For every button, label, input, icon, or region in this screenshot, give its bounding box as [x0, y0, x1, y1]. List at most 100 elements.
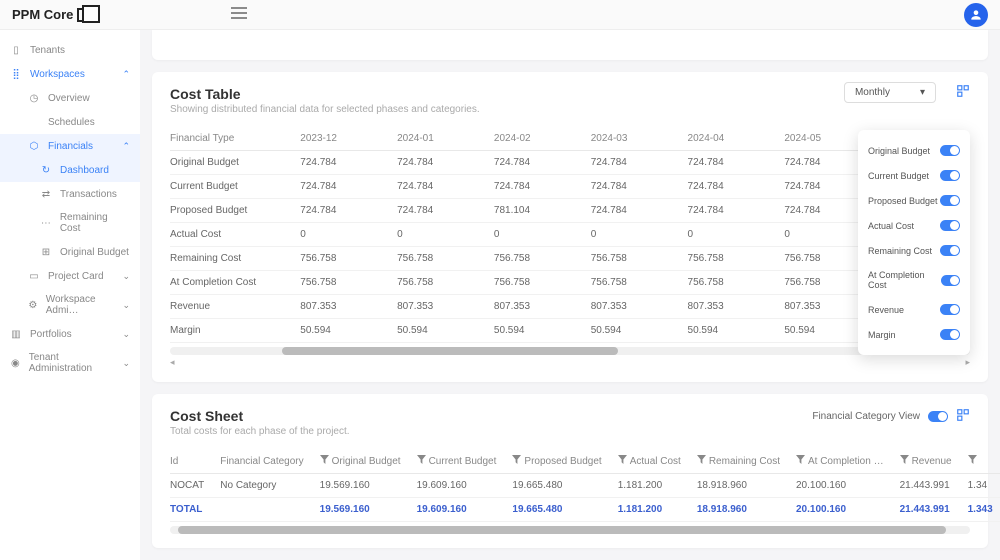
filter-icon[interactable] — [697, 455, 706, 467]
filter-icon[interactable] — [512, 455, 521, 467]
logo-icon — [77, 8, 91, 22]
sidebar-item-overview[interactable]: ◷Overview — [0, 86, 140, 110]
col-header[interactable]: Remaining Cost — [689, 449, 788, 474]
h-scrollbar[interactable] — [170, 347, 970, 355]
chevron-up-icon: ⌃ — [122, 69, 130, 80]
sidebar-item-portfolios[interactable]: ▥Portfolios⌄ — [0, 322, 140, 346]
cost-table: Financial Type2023-122024-012024-022024-… — [170, 127, 970, 343]
toggle-row: Revenue — [868, 297, 960, 322]
table-row: Margin50.59450.59450.59450.59450.59450.5… — [170, 319, 970, 343]
cost-sheet-card: Cost Sheet Total costs for each phase of… — [152, 394, 988, 548]
table-row: Revenue807.353807.353807.353807.353807.3… — [170, 295, 970, 319]
column-toggle[interactable] — [940, 220, 960, 231]
sidebar-item-transactions[interactable]: ⇄Transactions — [0, 182, 140, 206]
column-toggle[interactable] — [940, 304, 960, 315]
col-header[interactable]: Financial Category — [212, 449, 311, 474]
col-header[interactable]: Actual Cost — [610, 449, 689, 474]
sidebar-item-wsadmin[interactable]: ⚙Workspace Admi…⌄ — [0, 288, 140, 322]
column-toggle[interactable] — [941, 275, 960, 286]
remaining-icon: ⋯ — [40, 217, 52, 229]
filter-icon[interactable] — [417, 455, 426, 467]
sidebar-item-workspaces[interactable]: ⣿Workspaces⌃ — [0, 62, 140, 86]
col-header: 2023-12 — [292, 127, 389, 151]
tenants-icon: ▯ — [10, 44, 22, 56]
toggle-row: At Completion Cost — [868, 263, 960, 297]
table-row: Original Budget724.784724.784724.784724.… — [170, 151, 970, 175]
schedules-icon — [28, 116, 40, 128]
sidebar-item-financials[interactable]: ⬡Financials⌃ — [0, 134, 140, 158]
column-toggle[interactable] — [940, 329, 960, 340]
col-header: Financial Type — [170, 127, 292, 151]
filter-icon[interactable] — [796, 455, 805, 467]
column-toggle[interactable] — [940, 245, 960, 256]
category-view-toggle[interactable] — [928, 411, 948, 422]
chevron-down-icon: ⌄ — [122, 329, 130, 340]
col-header[interactable]: Current Budget — [409, 449, 505, 474]
chevron-down-icon: ⌄ — [122, 271, 130, 282]
sidebar-item-dashboard[interactable]: ↻Dashboard — [0, 158, 140, 182]
col-header: 2024-04 — [680, 127, 777, 151]
filter-icon[interactable] — [618, 455, 627, 467]
toggle-row: Actual Cost — [868, 213, 960, 238]
toggle-row: Original Budget — [868, 138, 960, 163]
settings-icon[interactable] — [956, 84, 970, 101]
toggle-row: Current Budget — [868, 163, 960, 188]
table-row: Actual Cost000000 — [170, 223, 970, 247]
table-row: NOCATNo Category19.569.16019.609.16019.6… — [170, 474, 1000, 498]
sidebar-item-tenantadmin[interactable]: ◉Tenant Administration⌄ — [0, 346, 140, 380]
toggle-row: Proposed Budget — [868, 188, 960, 213]
column-toggle-panel: Original BudgetCurrent BudgetProposed Bu… — [858, 130, 970, 355]
cost-table-sub: Showing distributed financial data for s… — [170, 104, 970, 115]
financials-icon: ⬡ — [28, 140, 40, 152]
sidebar-item-origbudget[interactable]: ⊞Original Budget — [0, 240, 140, 264]
scroll-right-icon[interactable]: ▸ — [965, 357, 970, 368]
sidebar-item-projectcard[interactable]: ▭Project Card⌄ — [0, 264, 140, 288]
cost-sheet-table: IdFinancial CategoryOriginal BudgetCurre… — [170, 449, 1000, 522]
gear-icon: ⚙ — [28, 299, 38, 311]
sidebar-item-remaining[interactable]: ⋯Remaining Cost — [0, 206, 140, 240]
card-icon: ▭ — [28, 270, 40, 282]
toggle-row: Remaining Cost — [868, 238, 960, 263]
table-row: Proposed Budget724.784724.784781.104724.… — [170, 199, 970, 223]
col-header[interactable] — [960, 449, 1000, 474]
budget-icon: ⊞ — [40, 246, 52, 258]
column-toggle[interactable] — [940, 145, 960, 156]
overview-icon: ◷ — [28, 92, 40, 104]
admin-icon: ◉ — [10, 357, 21, 369]
brand-logo: PPM Core — [12, 7, 91, 22]
sidebar-item-tenants[interactable]: ▯Tenants — [0, 38, 140, 62]
scroll-left-icon[interactable]: ◂ — [170, 357, 175, 368]
total-row: TOTAL19.569.16019.609.16019.665.4801.181… — [170, 498, 1000, 522]
sidebar-item-schedules[interactable]: Schedules — [0, 110, 140, 134]
refresh-icon: ↻ — [40, 164, 52, 176]
avatar[interactable] — [964, 3, 988, 27]
chevron-down-icon: ⌄ — [122, 300, 130, 311]
period-select[interactable]: Monthly▾ — [844, 82, 936, 103]
menu-icon[interactable] — [231, 7, 247, 22]
chevron-down-icon: ⌄ — [122, 358, 130, 369]
col-header[interactable]: At Completion … — [788, 449, 892, 474]
col-header[interactable]: Revenue — [892, 449, 960, 474]
cost-table-card: Cost Table Showing distributed financial… — [152, 72, 988, 382]
sheet-config-icon[interactable] — [956, 408, 970, 425]
col-header[interactable]: Id — [170, 449, 212, 474]
col-header: 2024-03 — [583, 127, 680, 151]
sidebar: ▯Tenants ⣿Workspaces⌃ ◷Overview Schedule… — [0, 30, 140, 560]
col-header[interactable]: Proposed Budget — [504, 449, 609, 474]
table-row: Current Budget724.784724.784724.784724.7… — [170, 175, 970, 199]
portfolio-icon: ▥ — [10, 328, 22, 340]
filter-icon[interactable] — [968, 455, 977, 467]
col-header: 2024-02 — [486, 127, 583, 151]
filter-icon[interactable] — [320, 455, 329, 467]
toggle-row: Margin — [868, 322, 960, 347]
col-header[interactable]: Original Budget — [312, 449, 409, 474]
table-row: Remaining Cost756.758756.758756.758756.7… — [170, 247, 970, 271]
column-toggle[interactable] — [940, 170, 960, 181]
col-header: 2024-01 — [389, 127, 486, 151]
h-scrollbar-2[interactable] — [170, 526, 970, 534]
cost-sheet-sub: Total costs for each phase of the projec… — [170, 426, 970, 437]
column-toggle[interactable] — [940, 195, 960, 206]
filter-icon[interactable] — [900, 455, 909, 467]
table-row: At Completion Cost756.758756.758756.7587… — [170, 271, 970, 295]
chevron-up-icon: ⌃ — [122, 141, 130, 152]
